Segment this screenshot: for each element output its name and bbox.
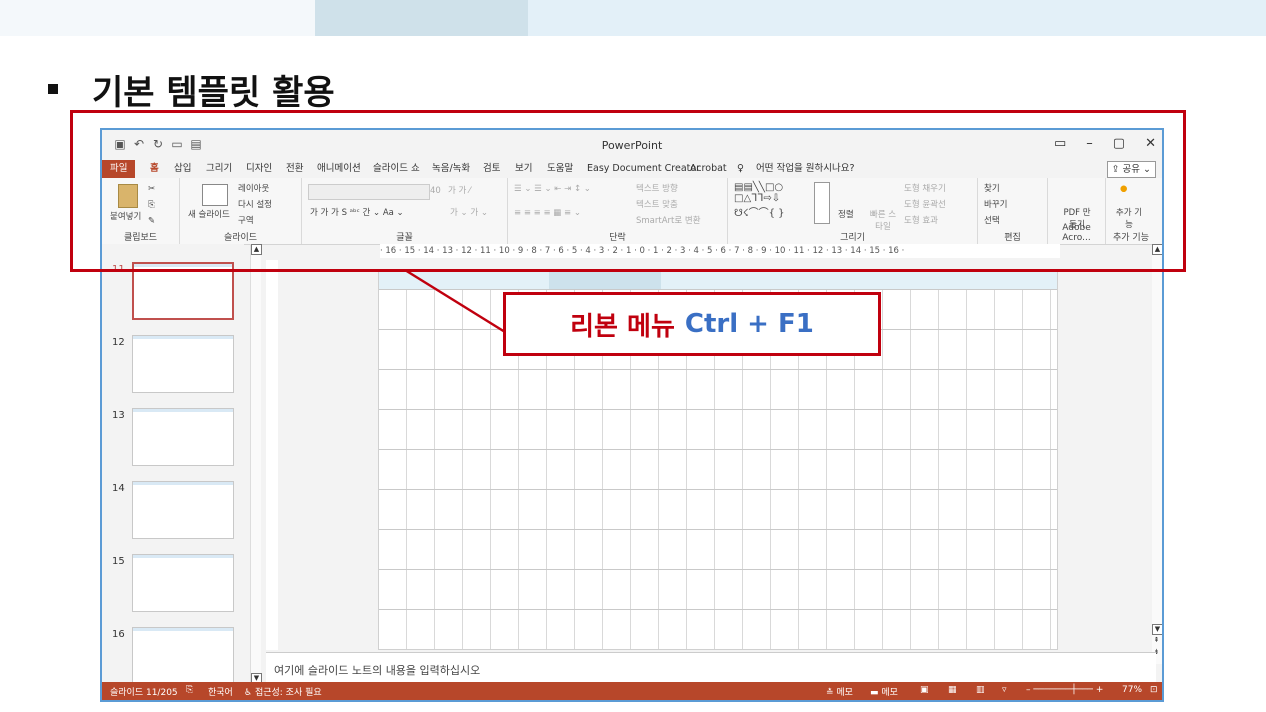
callout-shortcut: Ctrl + F1 bbox=[684, 309, 814, 339]
callout-box: 리본 메뉴 Ctrl + F1 bbox=[503, 292, 881, 356]
callout-pointer bbox=[404, 268, 506, 334]
callout-ribbon-menu: 리본 메뉴 bbox=[570, 311, 675, 342]
